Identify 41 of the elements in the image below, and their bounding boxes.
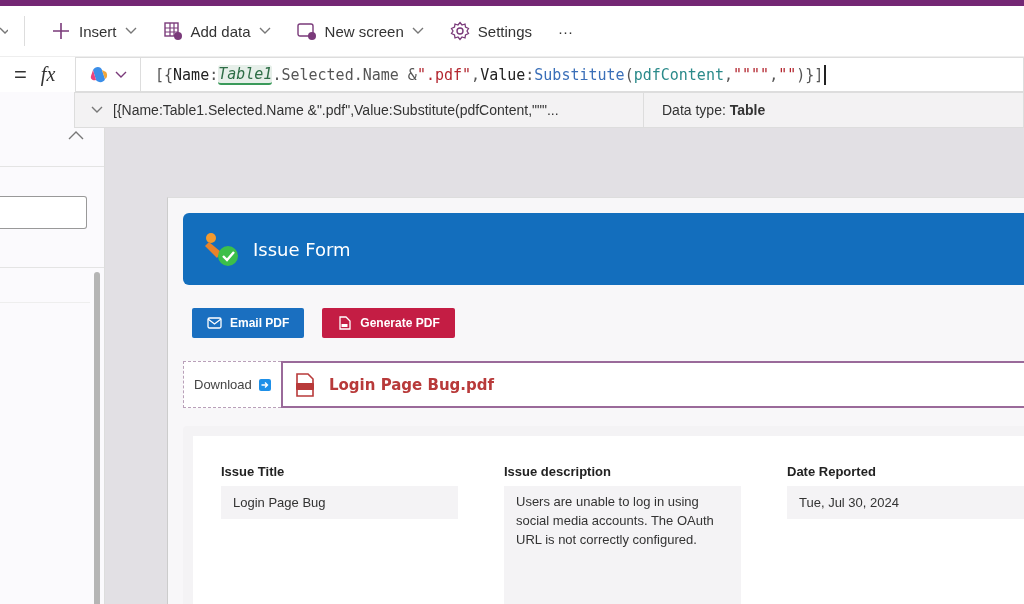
copilot-icon bbox=[89, 64, 109, 85]
pdf-file-icon bbox=[295, 372, 315, 397]
scrollbar[interactable] bbox=[94, 272, 100, 604]
data-type-label: Data type: Table bbox=[662, 102, 766, 118]
pin-check-icon bbox=[203, 230, 241, 268]
screen-icon bbox=[296, 21, 317, 41]
input-field[interactable]: Login Page Bug bbox=[221, 486, 458, 519]
table-icon bbox=[162, 21, 183, 41]
pdf-button[interactable]: Email PDF bbox=[192, 308, 305, 338]
document-icon bbox=[337, 316, 353, 330]
caret-icon bbox=[124, 27, 137, 35]
form-title: Issue Form bbox=[253, 238, 351, 260]
toolbar-button[interactable]: Add data bbox=[162, 21, 271, 41]
download-control[interactable]: Download bbox=[183, 361, 281, 408]
pdf-button[interactable]: Generate PDF bbox=[322, 308, 455, 338]
arrow-icon bbox=[258, 378, 271, 391]
text-area[interactable]: Users are unable to log in using social media accounts. The OAuth URL is not correctly configured. bbox=[504, 486, 741, 604]
input-field[interactable]: Tue, Jul 30, 2024 bbox=[787, 486, 1024, 519]
more-button[interactable]: ··· bbox=[558, 22, 573, 40]
caret-icon bbox=[411, 27, 424, 35]
toolbar-button[interactable]: Insert bbox=[51, 21, 137, 41]
caret-icon bbox=[258, 27, 271, 35]
chevron-up-icon[interactable] bbox=[68, 130, 84, 140]
toolbar-button[interactable]: New screen bbox=[296, 21, 424, 41]
mail-icon bbox=[207, 316, 222, 330]
file-name: Login Page Bug.pdf bbox=[329, 375, 495, 394]
result-expression: [{Name:Table1.Selected.Name &".pdf",Value:Substitute(pdfContent,"""... bbox=[113, 102, 560, 118]
download-label: Download bbox=[194, 377, 252, 392]
chevron-down-icon[interactable] bbox=[91, 106, 103, 114]
copilot-button[interactable] bbox=[75, 57, 141, 92]
field-label: Date Reported bbox=[787, 464, 877, 479]
field-label: Issue Title bbox=[221, 464, 286, 479]
function-label: fx bbox=[40, 63, 56, 86]
equals-sign: = bbox=[14, 61, 27, 88]
search-field[interactable] bbox=[0, 196, 87, 229]
file-link[interactable]: Login Page Bug.pdf bbox=[281, 361, 1024, 408]
field-label: Issue description bbox=[504, 464, 612, 479]
settings-icon bbox=[449, 21, 470, 41]
toolbar-button[interactable]: Settings bbox=[449, 21, 532, 41]
caret-icon bbox=[115, 70, 127, 79]
plus-icon bbox=[51, 21, 71, 41]
